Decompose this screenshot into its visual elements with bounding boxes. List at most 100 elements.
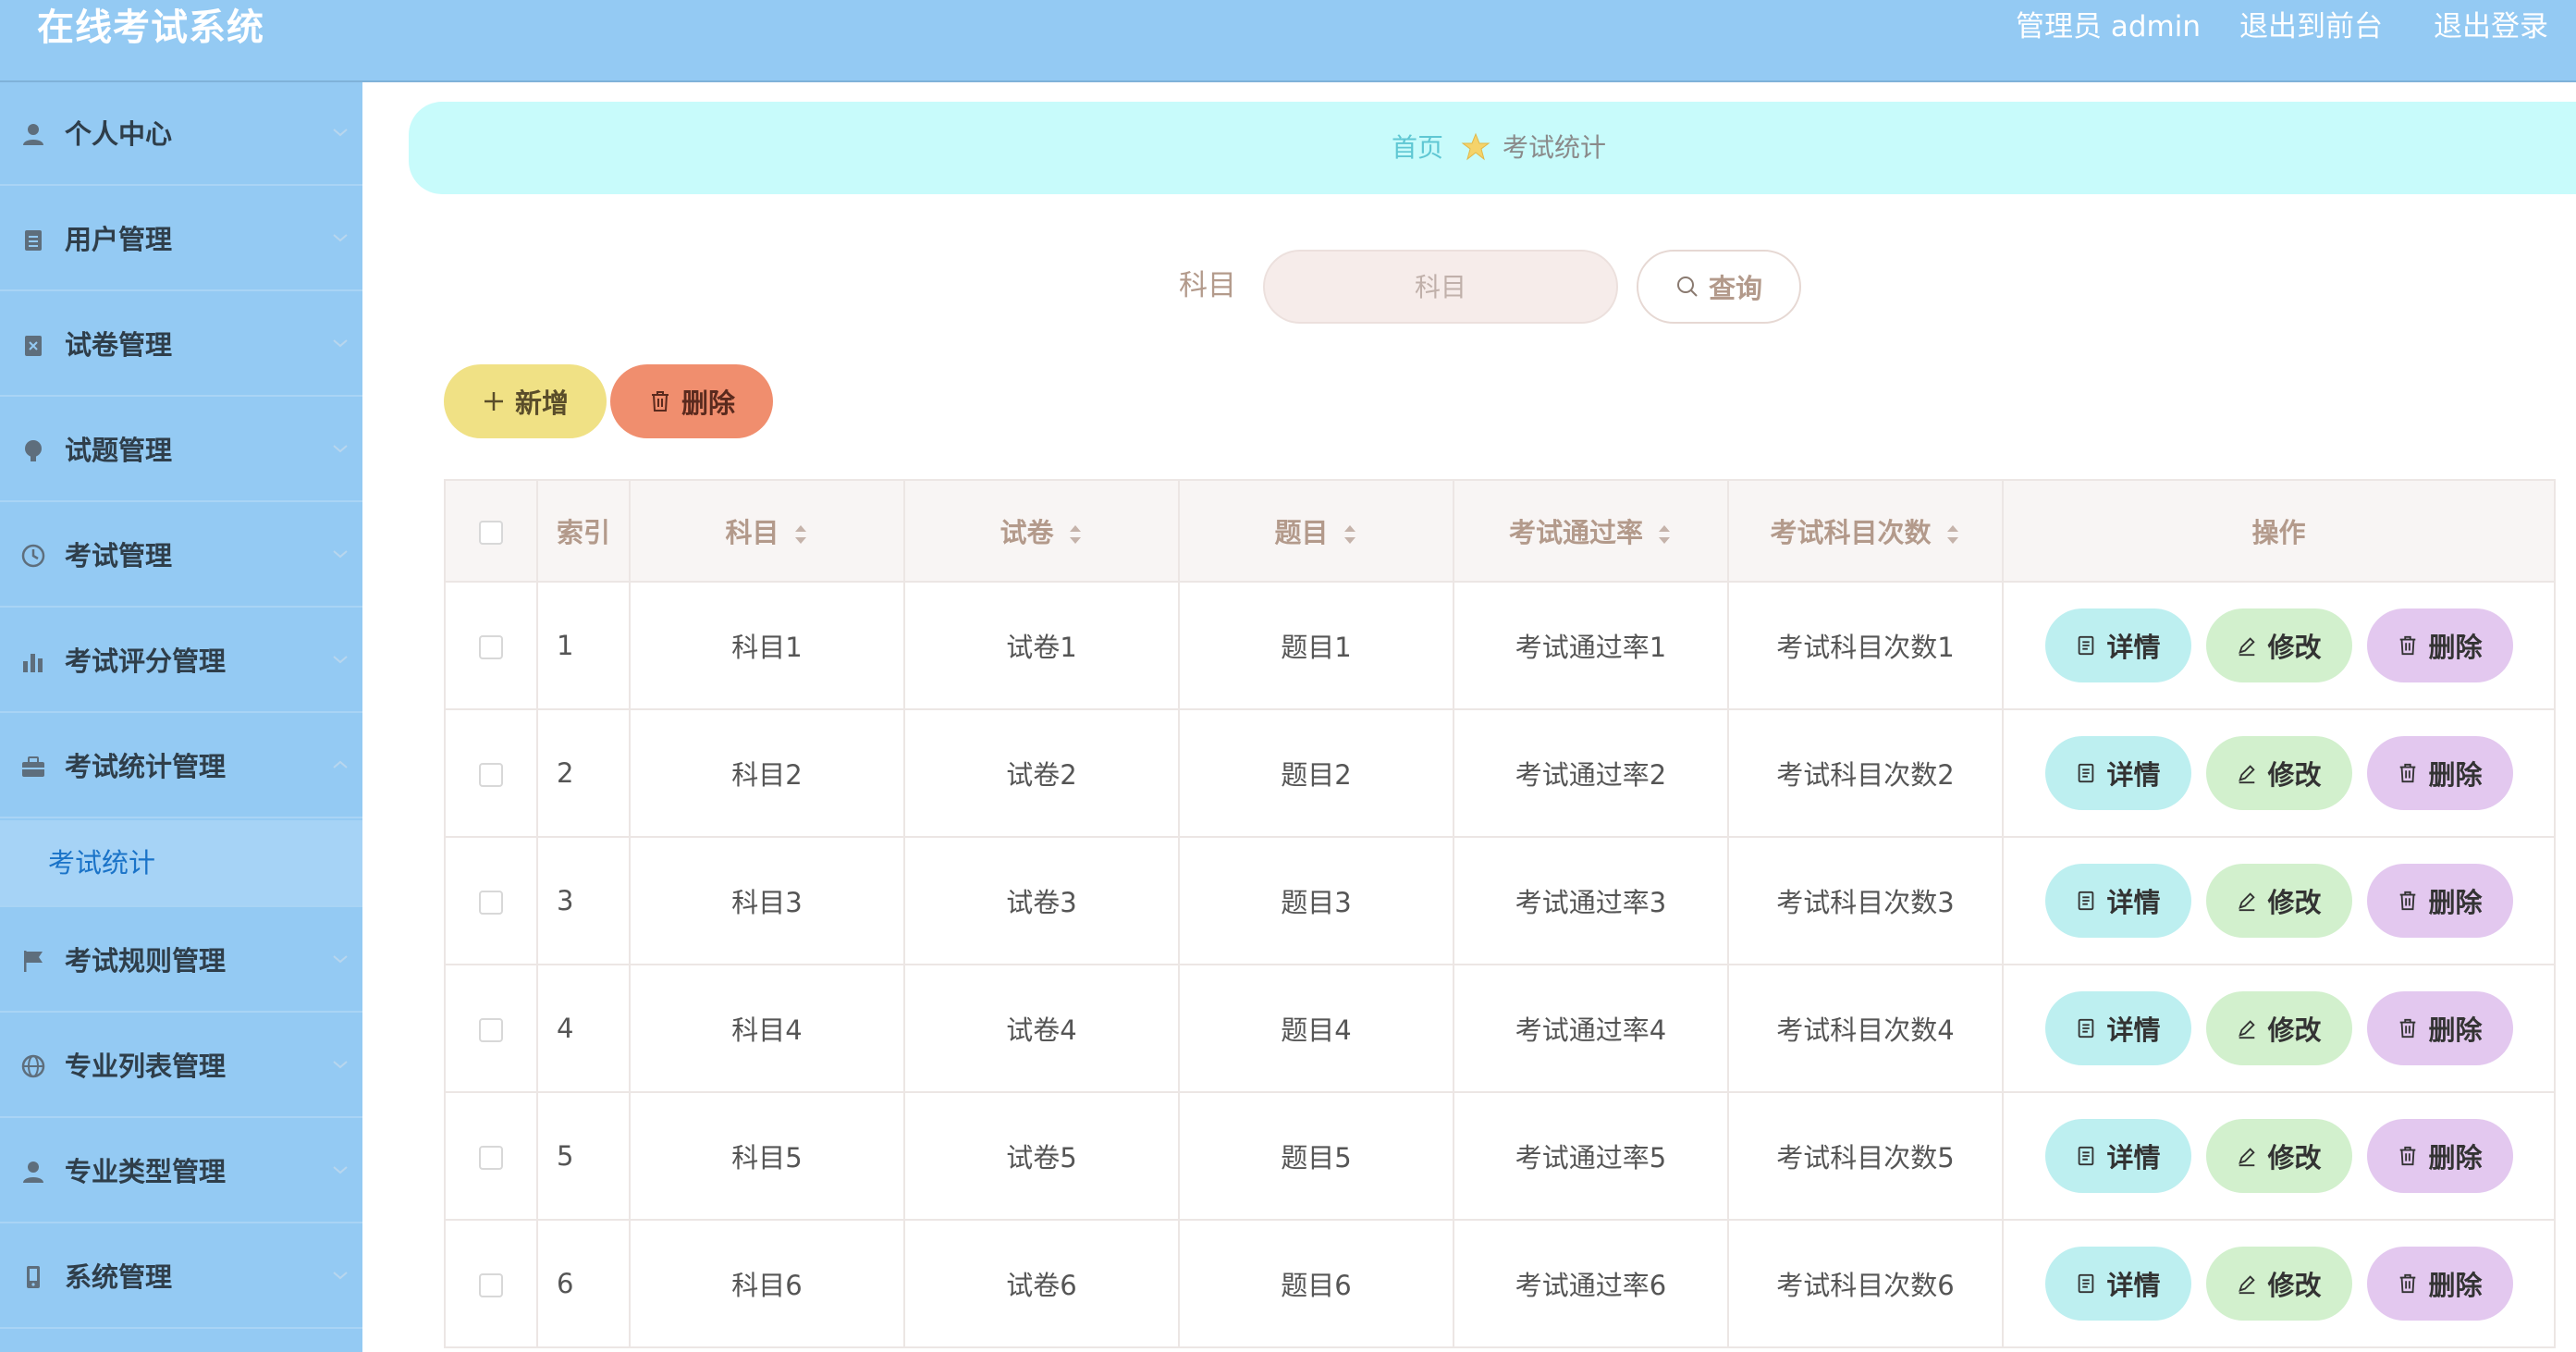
row-question: 题目1 bbox=[1178, 581, 1454, 710]
header-question-label: 题目 bbox=[1274, 517, 1329, 548]
sidebar-item-label: 考试规则管理 bbox=[65, 945, 227, 977]
table-row: 5 科目5 试卷5 题目5 考试通过率5 考试科目次数5 详情 修改 删除 bbox=[444, 1091, 2556, 1221]
row-subject: 科目4 bbox=[629, 964, 905, 1093]
row-index: 1 bbox=[536, 581, 631, 710]
row-exam-count: 考试科目次数6 bbox=[1727, 1219, 2004, 1348]
row-subject: 科目3 bbox=[629, 836, 905, 965]
edit-icon bbox=[2239, 1275, 2256, 1295]
sidebar-item-system-management[interactable]: 系统管理 bbox=[0, 1225, 362, 1329]
chevron-down-icon bbox=[333, 234, 348, 242]
sidebar-item-label: 考试评分管理 bbox=[65, 645, 227, 677]
sidebar-item-label: 试题管理 bbox=[65, 435, 173, 466]
row-checkbox[interactable] bbox=[479, 1273, 503, 1297]
delete-button[interactable]: 删除 bbox=[2366, 1247, 2513, 1321]
detail-button-label: 详情 bbox=[2106, 632, 2161, 663]
document-icon bbox=[2079, 635, 2094, 656]
header-paper-label: 试卷 bbox=[1000, 517, 1054, 548]
edit-icon bbox=[2239, 637, 2256, 657]
row-index: 5 bbox=[536, 1091, 631, 1221]
edit-button-label: 修改 bbox=[2267, 1014, 2322, 1046]
sidebar-item-major-type[interactable]: 专业类型管理 bbox=[0, 1120, 362, 1223]
sidebar-item-label: 专业列表管理 bbox=[65, 1051, 227, 1082]
sort-icon[interactable] bbox=[792, 522, 809, 547]
search-icon bbox=[1676, 277, 1698, 297]
delete-button[interactable]: 删除 bbox=[2366, 736, 2513, 810]
sort-icon[interactable] bbox=[1342, 522, 1358, 547]
exit-to-front-link[interactable]: 退出到前台 bbox=[2239, 7, 2383, 46]
detail-button[interactable]: 详情 bbox=[2044, 991, 2191, 1065]
trash-icon bbox=[2400, 1273, 2416, 1294]
sort-icon[interactable] bbox=[1067, 522, 1084, 547]
logout-link[interactable]: 退出登录 bbox=[2434, 7, 2548, 46]
sidebar-item-label: 专业类型管理 bbox=[65, 1156, 227, 1187]
delete-button[interactable]: 删除 bbox=[2366, 1119, 2513, 1193]
edit-button[interactable]: 修改 bbox=[2205, 991, 2352, 1065]
row-actions: 详情 修改 删除 bbox=[2002, 1091, 2556, 1221]
edit-icon bbox=[2239, 765, 2256, 784]
sidebar-item-user-management[interactable]: 用户管理 bbox=[0, 188, 362, 291]
add-button[interactable]: 新增 bbox=[444, 364, 607, 438]
chevron-down-icon bbox=[333, 339, 348, 348]
query-button[interactable]: 查询 bbox=[1637, 250, 1801, 324]
sidebar-item-label: 系统管理 bbox=[65, 1261, 173, 1293]
subject-search-input[interactable] bbox=[1263, 250, 1618, 324]
query-button-label: 查询 bbox=[1708, 273, 1762, 304]
sidebar-item-exam-statistics-management[interactable]: 考试统计管理 bbox=[0, 715, 362, 818]
sidebar-item-question-management[interactable]: 试题管理 bbox=[0, 399, 362, 502]
table-header-row: 索引 科目 试卷 题目 考试通过率 考试科目次数 操作 bbox=[444, 479, 2556, 583]
header-pass-rate-label: 考试通过率 bbox=[1508, 517, 1643, 548]
header-exam-count[interactable]: 考试科目次数 bbox=[1727, 479, 2004, 583]
row-checkbox[interactable] bbox=[479, 1018, 503, 1042]
row-select-cell bbox=[444, 1219, 538, 1348]
delete-button[interactable]: 删除 bbox=[2366, 991, 2513, 1065]
detail-button[interactable]: 详情 bbox=[2044, 1247, 2191, 1321]
edit-button[interactable]: 修改 bbox=[2205, 608, 2352, 682]
row-checkbox[interactable] bbox=[479, 891, 503, 915]
header-pass-rate[interactable]: 考试通过率 bbox=[1453, 479, 1729, 583]
chevron-down-icon bbox=[333, 550, 348, 559]
detail-button[interactable]: 详情 bbox=[2044, 864, 2191, 938]
detail-button-label: 详情 bbox=[2106, 1142, 2161, 1174]
sidebar-item-paper-management[interactable]: 试卷管理 bbox=[0, 293, 362, 397]
row-checkbox[interactable] bbox=[479, 635, 503, 659]
header-index: 索引 bbox=[536, 479, 631, 583]
trash-icon bbox=[2400, 1018, 2416, 1039]
edit-button[interactable]: 修改 bbox=[2205, 1247, 2352, 1321]
batch-delete-button[interactable]: 删除 bbox=[610, 364, 773, 438]
sidebar-item-label: 考试管理 bbox=[65, 540, 173, 572]
header-paper[interactable]: 试卷 bbox=[903, 479, 1180, 583]
header-subject[interactable]: 科目 bbox=[629, 479, 905, 583]
row-checkbox[interactable] bbox=[479, 763, 503, 787]
header-question[interactable]: 题目 bbox=[1178, 479, 1454, 583]
sidebar-item-exam-scoring[interactable]: 考试评分管理 bbox=[0, 609, 362, 713]
chevron-down-icon bbox=[333, 1166, 348, 1174]
breadcrumb-current: 考试统计 bbox=[1503, 132, 1607, 163]
edit-button-label: 修改 bbox=[2267, 1142, 2322, 1174]
select-all-checkbox[interactable] bbox=[479, 521, 503, 545]
sidebar-item-personal-center[interactable]: 个人中心 bbox=[0, 82, 362, 186]
sort-icon[interactable] bbox=[1656, 522, 1673, 547]
sidebar-item-major-list[interactable]: 专业列表管理 bbox=[0, 1014, 362, 1118]
sort-icon[interactable] bbox=[1944, 522, 1961, 547]
row-index: 4 bbox=[536, 964, 631, 1093]
breadcrumb-home-link[interactable]: 首页 bbox=[1392, 129, 1443, 166]
edit-icon bbox=[2239, 1020, 2256, 1039]
edit-button[interactable]: 修改 bbox=[2205, 1119, 2352, 1193]
sidebar-item-exam-rules[interactable]: 考试规则管理 bbox=[0, 909, 362, 1013]
sidebar-subitem-exam-statistics[interactable]: 考试统计 bbox=[0, 820, 362, 907]
edit-button[interactable]: 修改 bbox=[2205, 736, 2352, 810]
detail-button[interactable]: 详情 bbox=[2044, 736, 2191, 810]
row-subject: 科目6 bbox=[629, 1219, 905, 1348]
chevron-down-icon bbox=[333, 955, 348, 964]
delete-button[interactable]: 删除 bbox=[2366, 608, 2513, 682]
row-checkbox[interactable] bbox=[479, 1146, 503, 1170]
table-row: 1 科目1 试卷1 题目1 考试通过率1 考试科目次数1 详情 修改 删除 bbox=[444, 581, 2556, 710]
detail-button[interactable]: 详情 bbox=[2044, 1119, 2191, 1193]
sidebar-item-exam-management[interactable]: 考试管理 bbox=[0, 504, 362, 608]
detail-button[interactable]: 详情 bbox=[2044, 608, 2191, 682]
row-exam-count: 考试科目次数1 bbox=[1727, 581, 2004, 710]
edit-button-label: 修改 bbox=[2267, 759, 2322, 791]
delete-button[interactable]: 删除 bbox=[2366, 864, 2513, 938]
statistics-table: 索引 科目 试卷 题目 考试通过率 考试科目次数 操作 1 科目1 试卷1 题目1 考试… bbox=[444, 479, 2556, 1348]
edit-button[interactable]: 修改 bbox=[2205, 864, 2352, 938]
